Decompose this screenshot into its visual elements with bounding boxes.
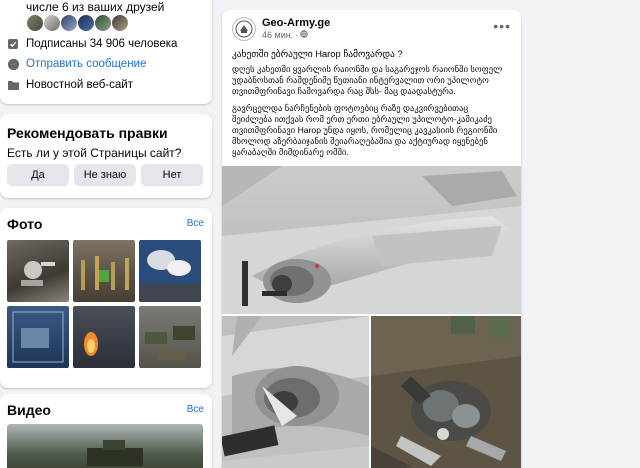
- post-photo-debris[interactable]: [371, 316, 521, 468]
- send-message-row[interactable]: Отправить сообщение: [6, 57, 146, 71]
- page-name-link[interactable]: Geo-Army.ge: [262, 17, 330, 29]
- photo-thumbnail[interactable]: [7, 306, 69, 368]
- avatar[interactable]: [43, 14, 61, 32]
- photo-thumbnail[interactable]: [139, 306, 201, 368]
- recommend-edits-card: Рекомендовать правки Есть ли у этой Стра…: [0, 114, 212, 198]
- post-card: Geo-Army.ge 46 мин. · ••• კახეთში ებრაულ…: [222, 10, 521, 468]
- avatar[interactable]: [77, 14, 95, 32]
- page-logo-icon[interactable]: [232, 17, 256, 41]
- website-category: Новостной веб-сайт: [26, 79, 133, 91]
- post-photo-main[interactable]: [222, 166, 521, 314]
- photos-see-all-link[interactable]: Все: [187, 218, 204, 229]
- video-see-all-link[interactable]: Все: [187, 404, 204, 415]
- globe-icon: [300, 30, 308, 40]
- check-icon: [6, 37, 20, 51]
- post-paragraph-1: დღეს კახეთში ყვარლის რაიონში და საგარეჯო…: [232, 64, 503, 96]
- post-paragraph-2: გავრცელდა ნარჩენების ფოტოებიც რაზე დაკვი…: [232, 103, 498, 157]
- video-title: Видео: [7, 402, 51, 418]
- send-message-link[interactable]: Отправить сообщение: [26, 58, 146, 70]
- yes-button[interactable]: Да: [7, 164, 69, 186]
- messenger-icon: [6, 57, 20, 71]
- photo-thumbnail[interactable]: [139, 240, 201, 302]
- photo-thumbnail[interactable]: [73, 306, 135, 368]
- more-options-icon[interactable]: •••: [493, 18, 511, 34]
- recommend-question: Есть ли у этой Страницы сайт?: [7, 146, 182, 160]
- video-card: Видео Все: [0, 394, 212, 468]
- friend-avatars: [26, 14, 129, 32]
- post-time-text: 46 мин.: [262, 30, 294, 40]
- subscribers-text: Подписаны 34 906 человека: [26, 38, 178, 50]
- about-card: числе 6 из ваших друзей Подписаны 34 906…: [0, 0, 212, 104]
- subscribers-row: Подписаны 34 906 человека: [6, 37, 177, 51]
- avatar[interactable]: [60, 14, 78, 32]
- folder-icon: [6, 78, 20, 92]
- video-thumbnail[interactable]: [7, 424, 203, 468]
- dont-know-button[interactable]: Не знаю: [74, 164, 136, 186]
- avatar[interactable]: [94, 14, 112, 32]
- photos-title: Фото: [7, 216, 43, 232]
- photos-card: Фото Все: [0, 208, 212, 388]
- no-button[interactable]: Нет: [141, 164, 203, 186]
- friends-text: числе 6 из ваших друзей: [26, 0, 165, 14]
- recommend-title: Рекомендовать правки: [7, 125, 168, 141]
- dot-separator: ·: [295, 30, 299, 40]
- photo-thumbnail[interactable]: [7, 240, 69, 302]
- post-photo-engine[interactable]: [222, 316, 369, 468]
- photo-thumbnail[interactable]: [73, 240, 135, 302]
- avatar[interactable]: [111, 14, 129, 32]
- website-row: Новостной веб-сайт: [6, 78, 133, 92]
- avatar[interactable]: [26, 14, 44, 32]
- post-timestamp[interactable]: 46 мин. ·: [262, 30, 308, 40]
- post-question: კახეთში ებრაული Harop ჩამოვარდა ?: [232, 48, 403, 59]
